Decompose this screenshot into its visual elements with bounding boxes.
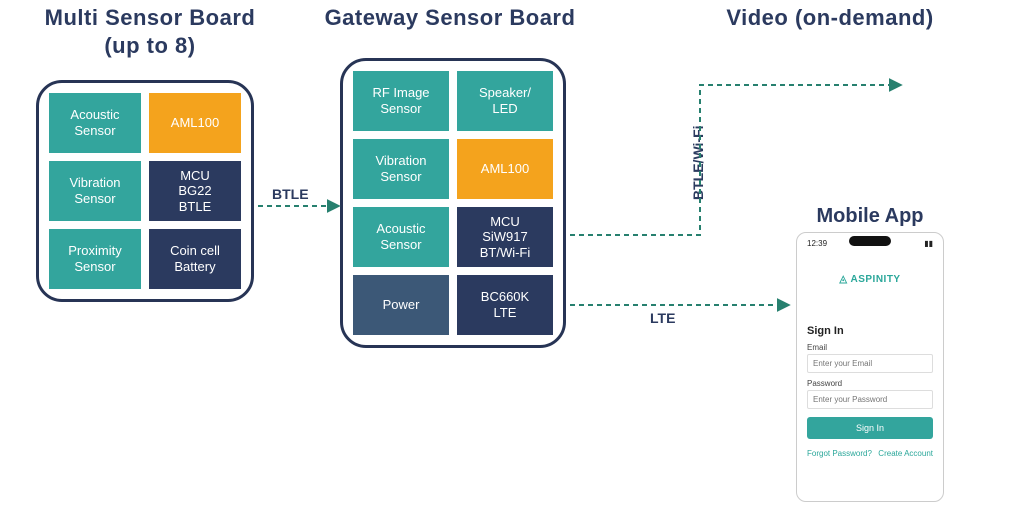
gateway-cell-power: Power [353, 275, 449, 335]
signin-button[interactable]: Sign In [807, 417, 933, 439]
email-label: Email [807, 343, 933, 352]
phone-status-icons: ▮▮ [924, 239, 933, 248]
gateway-cell-speaker: Speaker/ LED [457, 71, 553, 131]
multi-cell-battery: Coin cell Battery [149, 229, 241, 289]
gateway-cell-vibration: Vibration Sensor [353, 139, 449, 199]
create-account-link[interactable]: Create Account [878, 449, 933, 458]
conn-label-btle-wifi: BTLE/Wi-Fi [690, 125, 706, 200]
forgot-password-link[interactable]: Forgot Password? [807, 449, 872, 458]
gateway-cell-acoustic: Acoustic Sensor [353, 207, 449, 267]
gateway-cell-rfimage: RF Image Sensor [353, 71, 449, 131]
gateway-cell-lte: BC660K LTE [457, 275, 553, 335]
multi-board-title: Multi Sensor Board (up to 8) [30, 4, 270, 59]
password-label: Password [807, 379, 933, 388]
gateway-sensor-board: RF Image Sensor Speaker/ LED Vibration S… [340, 58, 566, 348]
phone-notch [849, 236, 891, 246]
email-field[interactable] [807, 354, 933, 373]
multi-cell-mcu: MCU BG22 BTLE [149, 161, 241, 221]
gateway-cell-aml100: AML100 [457, 139, 553, 199]
video-title: Video (on-demand) [700, 4, 960, 32]
mobile-app-title: Mobile App [790, 205, 950, 228]
multi-cell-aml100: AML100 [149, 93, 241, 153]
password-field[interactable] [807, 390, 933, 409]
multi-cell-proximity: Proximity Sensor [49, 229, 141, 289]
multi-cell-vibration: Vibration Sensor [49, 161, 141, 221]
signin-heading: Sign In [807, 325, 933, 337]
gateway-grid: RF Image Sensor Speaker/ LED Vibration S… [353, 71, 553, 335]
conn-label-btle: BTLE [272, 186, 309, 202]
phone-logo: ◬ ASPINITY [807, 274, 933, 285]
conn-label-lte: LTE [650, 310, 675, 326]
multi-grid: Acoustic Sensor AML100 Vibration Sensor … [49, 93, 241, 289]
multi-sensor-board: Acoustic Sensor AML100 Vibration Sensor … [36, 80, 254, 302]
gateway-cell-mcu: MCU SiW917 BT/Wi-Fi [457, 207, 553, 267]
phone-time: 12:39 [807, 239, 827, 248]
gateway-board-title: Gateway Sensor Board [310, 4, 590, 32]
phone-mock: 12:39 ▮▮ ◬ ASPINITY Sign In Email Passwo… [796, 232, 944, 502]
multi-cell-acoustic: Acoustic Sensor [49, 93, 141, 153]
